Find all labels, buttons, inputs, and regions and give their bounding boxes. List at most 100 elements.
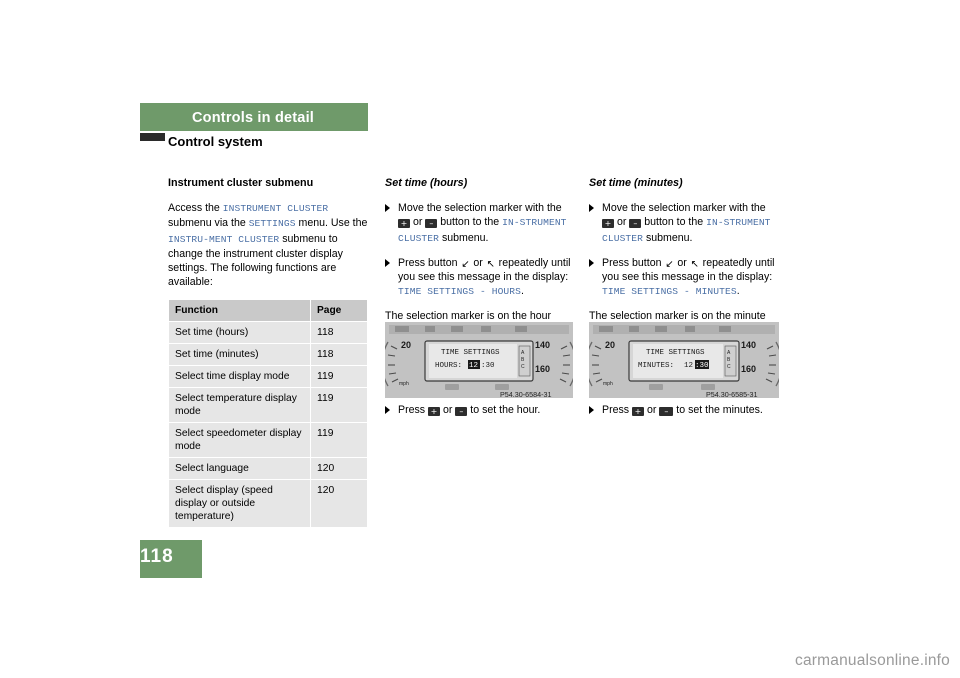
table-header-page: Page [310,299,368,323]
table-row: Select temperature display mode 119 [168,387,368,424]
table-cell-page: 120 [310,457,368,481]
bullet-mono-time-settings-hours: TIME SETTINGS - HOURS [398,286,522,298]
arrow-up-right-icon: ↖ [486,258,495,270]
svg-text:160: 160 [741,364,756,374]
table-row: Select time display mode 119 [168,365,368,389]
figure-caption-hours: P54.30-6584-31 [500,390,552,399]
display-hours-value: 12 [684,362,693,370]
bullet-text-b: or [614,216,630,229]
para-text-b: submenu via the [168,217,249,230]
cluster-illustration-minutes: 20 mph 140 160 TIME SETTINGS MINUTES: 12… [589,322,779,398]
plus-button-icon: + [602,219,614,229]
triangle-bullet-icon [385,406,390,414]
svg-text:140: 140 [535,340,550,350]
manual-page: Controls in detail Control system Instru… [0,0,960,678]
bullet-text-a: Press [398,404,429,416]
arrow-down-left-icon: ↙ [461,258,470,270]
table-row: Select speedometer display mode 119 [168,422,368,459]
plus-button-icon: + [398,219,410,229]
table-cell-page: 118 [310,343,368,367]
para-mono-instrument-cluster: INSTRUMENT CLUSTER [222,203,329,215]
bullet-text-b: or [644,404,660,416]
bullet-text-d: . [736,285,740,298]
display-line-2-label: MINUTES: [638,362,674,370]
bullet-text-d: . [521,285,524,298]
triangle-bullet-icon [589,406,594,414]
display-line-1: TIME SETTINGS [646,349,705,357]
svg-text:20: 20 [401,340,411,350]
triangle-bullet-icon [385,204,390,213]
list-item: Press + or – to set the hour. [385,403,573,417]
table-header-function: Function [168,299,311,323]
functions-table: Function Page Set time (hours) 118 Set t… [168,299,368,529]
table-cell-page: 119 [310,387,368,424]
minus-button-icon: – [455,407,468,416]
page-number: 118 [140,546,174,567]
list-item: Press + or – to set the minutes. [589,403,784,417]
bullet-text-a: Press button [602,256,665,269]
bullet-text-c: button to the [437,216,503,229]
svg-text:140: 140 [741,340,756,350]
table-cell-function: Set time (minutes) [168,343,311,367]
bullet-text-a: Press button [398,256,461,269]
table-header-row: Function Page [168,299,368,323]
column-left-title: Instrument cluster submenu [168,177,314,189]
bullet-text-c: button to the [641,216,707,229]
table-cell-function: Select speedometer display mode [168,422,311,459]
display-minutes-value: :30 [481,362,495,370]
subhead-tick-mark [140,133,165,141]
triangle-bullet-icon [589,204,594,213]
plus-button-icon: + [428,407,441,416]
bullet-text-b: or [470,256,486,269]
table-cell-function: Set time (hours) [168,321,311,345]
list-item: Press button ↙ or ↖ repeatedly until you… [589,256,779,300]
bullet-text-a: Move the selection marker with the [398,202,562,215]
table-row: Set time (minutes) 118 [168,343,368,367]
bullet-text-d: submenu. [439,231,489,244]
bullet-text-b: or [440,404,456,416]
display-minutes-value: :30 [695,362,709,370]
svg-text:mph: mph [399,381,409,387]
bullet-text-b: or [674,256,690,269]
table-row: Set time (hours) 118 [168,321,368,345]
para-text-c: menu. Use the [295,217,368,230]
column-left: Instrument cluster submenu Access the IN… [168,176,368,529]
arrow-up-right-icon: ↖ [690,258,699,270]
para-text-a: Access the [168,202,223,215]
triangle-bullet-icon [385,258,390,267]
column-left-paragraph: Access the INSTRUMENT CLUSTER submenu vi… [168,201,368,289]
para-mono-instrument-cluster-2: INSTRU-MENT CLUSTER [168,233,280,245]
svg-text:20: 20 [605,340,615,350]
subhead-title: Control system [168,134,263,149]
table-row: Select language 120 [168,457,368,481]
table-cell-page: 119 [310,422,368,459]
table-cell-page: 120 [310,479,368,529]
table-cell-page: 119 [310,365,368,389]
triangle-bullet-icon [589,258,594,267]
bullet-text-b: or [410,216,426,229]
display-hours-value: 12 [469,362,478,370]
svg-text:C: C [727,364,731,370]
table-cell-page: 118 [310,321,368,345]
table-cell-function: Select language [168,457,311,481]
display-line-2-label: HOURS: [435,362,462,370]
display-line-1: TIME SETTINGS [441,349,500,357]
instrument-cluster-figure-minutes: 20 mph 140 160 TIME SETTINGS MINUTES: 12… [589,322,779,398]
table-cell-function: Select display (speed display or outside… [168,479,311,529]
watermark: carmanualsonline.info [795,652,950,669]
minus-button-icon: – [425,219,438,229]
para-mono-settings: SETTINGS [248,218,296,230]
column-right-title: Set time (minutes) [589,177,683,189]
bullet-text-d: submenu. [643,231,693,244]
bullet-text-c: to set the hour. [467,404,541,416]
minus-button-icon: – [659,407,674,416]
column-middle-after-figure: Press + or – to set the hour. [385,403,573,427]
minus-button-icon: – [629,219,642,229]
bullet-text-c: to set the minutes. [673,404,763,416]
plus-button-icon: + [632,407,645,416]
svg-text:mph: mph [603,381,613,387]
column-right-after-figure: Press + or – to set the minutes. [589,403,784,427]
header-band-title: Controls in detail [192,110,315,126]
bullet-text-a: Move the selection marker with the [602,202,766,215]
cluster-illustration-hours: 20 mph 140 160 TIME SETTINGS HOURS: 12 :… [385,322,573,398]
